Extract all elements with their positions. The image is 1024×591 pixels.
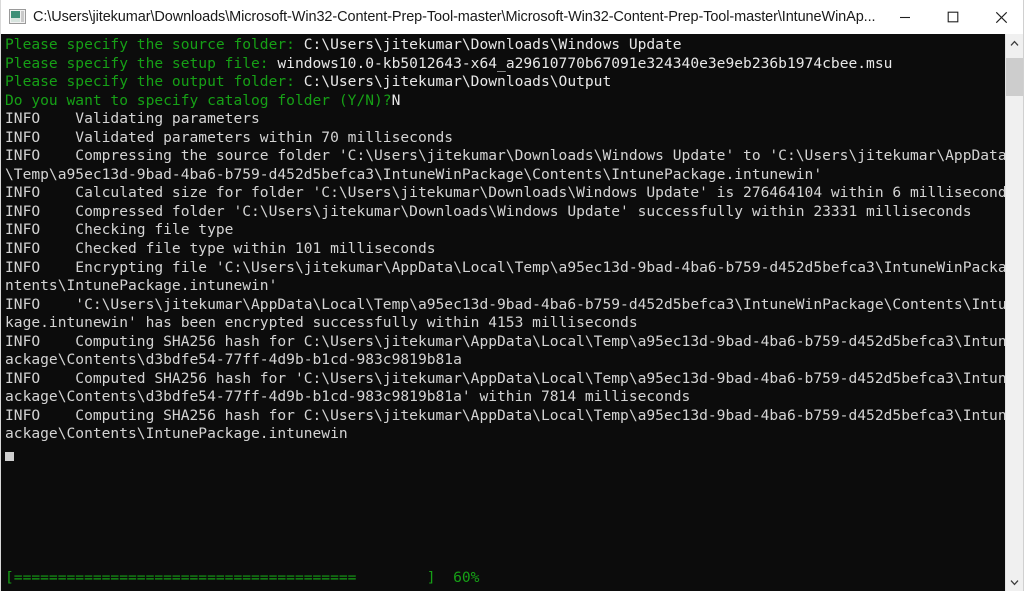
chevron-down-icon bbox=[1010, 579, 1019, 585]
console-info-text: INFO Computed SHA256 hash for 'C:\Users\… bbox=[5, 369, 1007, 387]
console-line: INFO Checking file type bbox=[5, 221, 1005, 240]
console-line: INFO Computed SHA256 hash for 'C:\Users\… bbox=[5, 369, 1007, 389]
console-window-icon bbox=[9, 8, 27, 26]
console-info-text: INFO Checked file type within 101 millis… bbox=[5, 240, 436, 258]
console-text-buffer: Please specify the source folder: C:\Use… bbox=[5, 36, 1007, 444]
scrollbar-track[interactable] bbox=[1006, 52, 1023, 573]
maximize-button[interactable] bbox=[929, 0, 977, 34]
console-prompt-text: Please specify the setup file: bbox=[5, 54, 278, 72]
console-info-text: INFO Validated parameters within 70 mill… bbox=[5, 128, 454, 146]
console-line: Please specify the source folder: C:\Use… bbox=[5, 36, 1005, 55]
console-line: INFO Computing SHA256 hash for C:\Users\… bbox=[5, 332, 1007, 352]
console-prompt-text: Do you want to specify catalog folder (Y… bbox=[5, 91, 392, 109]
console-info-text: ackage\Contents\d3bdfe54-77ff-4d9b-b1cd-… bbox=[5, 388, 691, 406]
console-info-text: INFO Computing SHA256 hash for C:\Users\… bbox=[5, 406, 1007, 424]
console-info-text: kage.intunewin' has been encrypted succe… bbox=[5, 314, 638, 332]
close-icon bbox=[995, 11, 1007, 23]
console-info-text: INFO Compressed folder 'C:\Users\jitekum… bbox=[5, 202, 972, 220]
scrollbar-down-button[interactable] bbox=[1006, 573, 1023, 591]
console-user-input: C:\Users\jitekumar\Downloads\Windows Upd… bbox=[303, 36, 682, 53]
console-scrollbar[interactable] bbox=[1005, 34, 1023, 591]
console-line: kage.intunewin' has been encrypted succe… bbox=[5, 314, 1005, 333]
console-info-text: \Temp\a95ec13d-9bad-4ba6-b759-d452d5befc… bbox=[5, 165, 823, 183]
console-line: INFO Computing SHA256 hash for C:\Users\… bbox=[5, 406, 1007, 426]
console-line: Please specify the setup file: windows10… bbox=[5, 55, 1005, 74]
console-line: INFO Validated parameters within 70 mill… bbox=[5, 129, 1005, 148]
console-line: ackage\Contents\IntunePackage.intunewin bbox=[5, 425, 1005, 444]
console-line: INFO Encrypting file 'C:\Users\jitekumar… bbox=[5, 258, 1007, 278]
console-line: Please specify the output folder: C:\Use… bbox=[5, 73, 1005, 92]
console-info-text: ackage\Contents\IntunePackage.intunewin bbox=[5, 425, 348, 443]
console-prompt-text: Please specify the source folder: bbox=[5, 36, 304, 53]
console-line: ntents\IntunePackage.intunewin' bbox=[5, 277, 1005, 296]
minimize-icon bbox=[900, 16, 910, 19]
console-line: \Temp\a95ec13d-9bad-4ba6-b759-d452d5befc… bbox=[5, 166, 1005, 185]
console-line: INFO Validating parameters bbox=[5, 110, 1005, 129]
console-info-text: INFO Calculated size for folder 'C:\User… bbox=[5, 184, 1007, 202]
console-output-area[interactable]: Please specify the source folder: C:\Use… bbox=[1, 34, 1007, 591]
caption-button-group bbox=[881, 0, 1023, 34]
console-info-text: INFO Computing SHA256 hash for C:\Users\… bbox=[5, 332, 1007, 350]
console-user-input: C:\Users\jitekumar\Downloads\Output bbox=[303, 73, 612, 91]
chevron-up-icon bbox=[1010, 40, 1019, 46]
scrollbar-up-button[interactable] bbox=[1006, 34, 1023, 52]
title-bar[interactable]: C:\Users\jitekumar\Downloads\Microsoft-W… bbox=[1, 0, 1023, 35]
console-info-text: INFO Checking file type bbox=[5, 221, 234, 239]
console-info-text: INFO Compressing the source folder 'C:\U… bbox=[5, 147, 1007, 165]
console-line: INFO 'C:\Users\jitekumar\AppData\Local\T… bbox=[5, 295, 1007, 315]
console-prompt-text: Please specify the output folder: bbox=[5, 73, 304, 91]
console-info-text: INFO Validating parameters bbox=[5, 110, 260, 128]
console-line: INFO Calculated size for folder 'C:\User… bbox=[5, 184, 1007, 203]
console-info-text: ntents\IntunePackage.intunewin' bbox=[5, 277, 278, 295]
close-button[interactable] bbox=[977, 0, 1023, 34]
minimize-button[interactable] bbox=[881, 0, 929, 34]
console-line: Do you want to specify catalog folder (Y… bbox=[5, 92, 1005, 111]
scrollbar-thumb[interactable] bbox=[1006, 58, 1023, 96]
console-line: INFO Compressing the source folder 'C:\U… bbox=[5, 147, 1007, 166]
console-user-input: N bbox=[391, 91, 401, 109]
progress-bar-line: [=======================================… bbox=[5, 569, 480, 587]
console-line: ackage\Contents\d3bdfe54-77ff-4d9b-b1cd-… bbox=[5, 388, 1005, 407]
console-info-text: INFO 'C:\Users\jitekumar\AppData\Local\T… bbox=[5, 295, 1007, 313]
console-info-text: INFO Encrypting file 'C:\Users\jitekumar… bbox=[5, 258, 1007, 276]
window-title: C:\Users\jitekumar\Downloads\Microsoft-W… bbox=[33, 9, 876, 25]
console-line: INFO Checked file type within 101 millis… bbox=[5, 240, 1005, 259]
console-window: C:\Users\jitekumar\Downloads\Microsoft-W… bbox=[0, 0, 1024, 591]
console-line: ackage\Contents\d3bdfe54-77ff-4d9b-b1cd-… bbox=[5, 351, 1005, 370]
console-line: INFO Compressed folder 'C:\Users\jitekum… bbox=[5, 203, 1005, 222]
console-caret bbox=[5, 452, 14, 462]
console-user-input: windows10.0-kb5012643-x64_a29610770b6709… bbox=[277, 54, 893, 72]
maximize-icon bbox=[947, 11, 959, 23]
console-info-text: ackage\Contents\d3bdfe54-77ff-4d9b-b1cd-… bbox=[5, 351, 462, 369]
